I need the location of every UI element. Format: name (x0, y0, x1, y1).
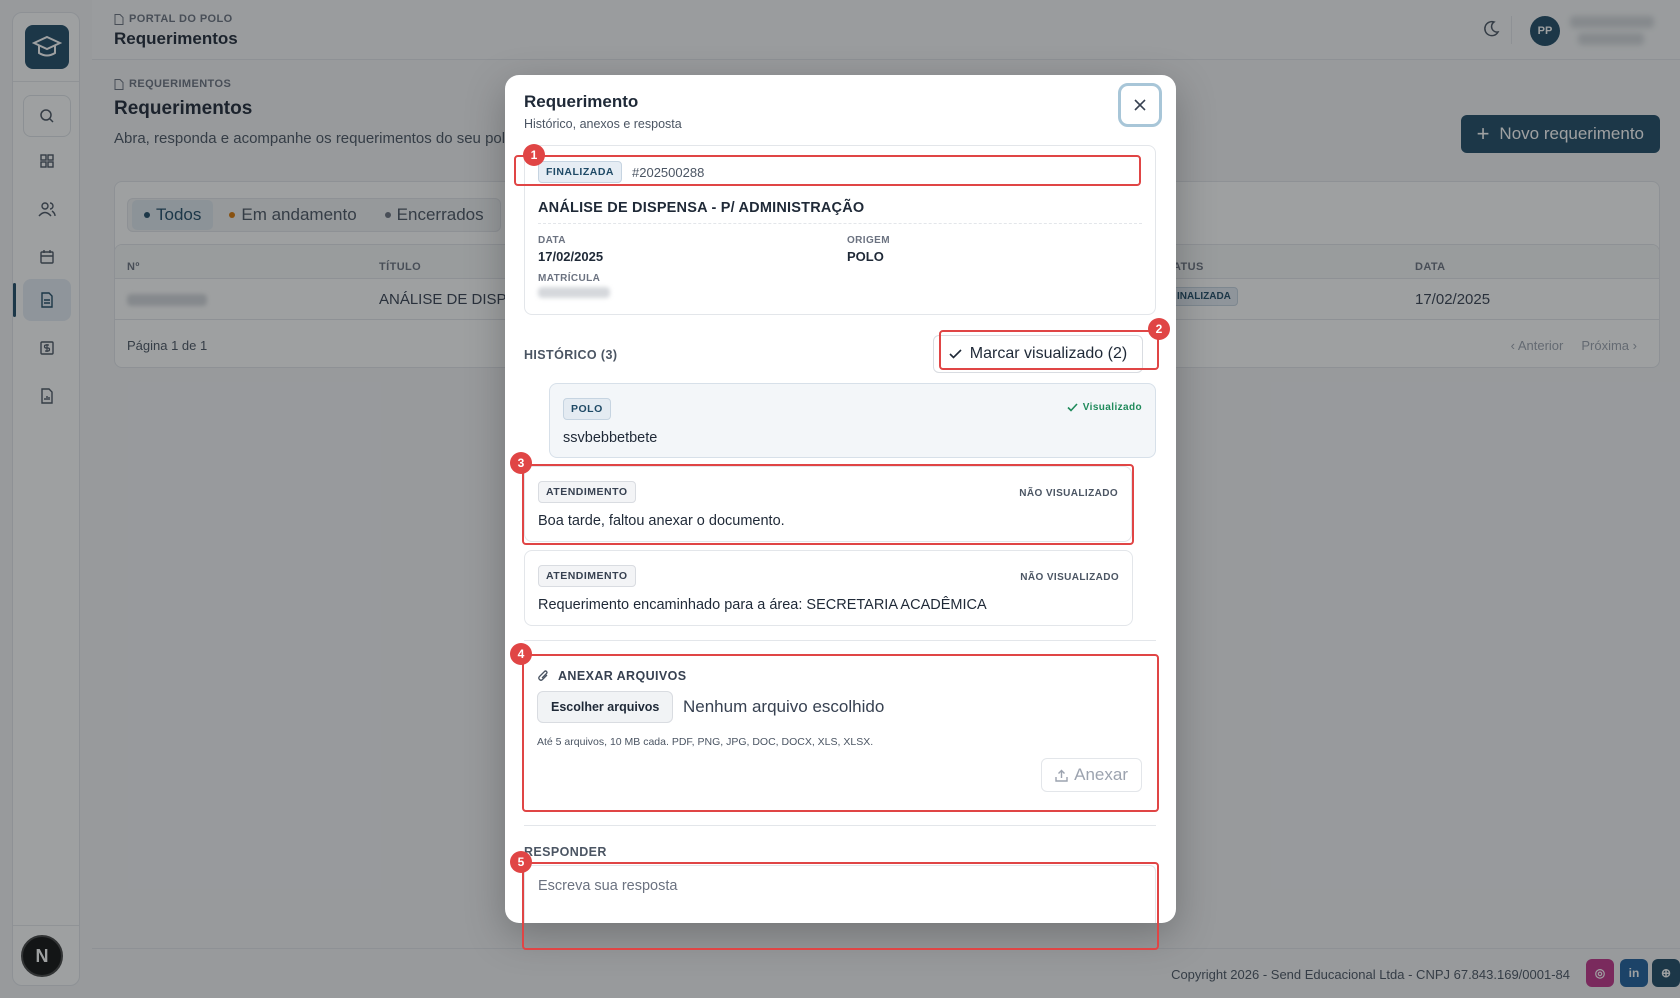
request-name: ANÁLISE DE DISPENSA - P/ ADMINISTRAÇÃO (538, 200, 865, 216)
message-text: Boa tarde, faltou anexar o documento. (538, 513, 785, 529)
attach-section: ANEXAR ARQUIVOS Escolher arquivos Nenhum… (524, 651, 1156, 801)
attach-label: ANEXAR ARQUIVOS (537, 669, 686, 683)
section-divider (524, 640, 1156, 641)
mark-seen-button[interactable]: Marcar visualizado (2) (933, 335, 1143, 373)
no-file-text: Nenhum arquivo escolhido (683, 697, 885, 716)
date-value: 17/02/2025 (538, 249, 604, 264)
modal-subtitle: Histórico, anexos e resposta (524, 117, 682, 131)
blurred-matricula (538, 287, 610, 298)
modal-title: Requerimento (524, 92, 639, 111)
request-info-card: FINALIZADA #202500288 ANÁLISE DE DISPENS… (524, 145, 1156, 315)
reply-textarea[interactable] (524, 865, 1156, 923)
date-label: DATA (538, 235, 566, 246)
message-status: NÃO VISUALIZADO (1019, 488, 1118, 499)
annotation-marker: 5 (510, 851, 532, 873)
message-tag: POLO (563, 398, 611, 420)
annotation-marker: 4 (510, 643, 532, 665)
origin-label: ORIGEM (847, 235, 890, 246)
attach-button[interactable]: Anexar (1041, 758, 1142, 792)
attach-hint: Até 5 arquivos, 10 MB cada. PDF, PNG, JP… (537, 736, 874, 748)
message-status: Visualizado (1067, 402, 1142, 413)
history-label: HISTÓRICO (3) (524, 348, 618, 362)
message-status: NÃO VISUALIZADO (1020, 572, 1119, 583)
reply-label: RESPONDER (524, 845, 607, 859)
request-number: #202500288 (632, 164, 705, 180)
info-divider (538, 223, 1142, 224)
upload-icon (1055, 769, 1068, 782)
check-icon (949, 349, 962, 359)
attach-label-text: ANEXAR ARQUIVOS (558, 669, 687, 683)
choose-files-button[interactable]: Escolher arquivos (537, 691, 674, 723)
message-text: Requerimento encaminhado para a área: SE… (538, 597, 987, 613)
history-message: POLO Visualizado ssvbebbetbete (549, 383, 1156, 458)
close-button[interactable] (1118, 83, 1162, 127)
matricula-label: MATRÍCULA (538, 273, 601, 284)
request-header: FINALIZADA #202500288 (538, 161, 704, 183)
close-icon (1134, 99, 1146, 111)
check-icon (1067, 403, 1078, 412)
attach-button-label: Anexar (1074, 765, 1128, 784)
annotation-marker: 2 (1148, 318, 1170, 340)
origin-value: POLO (847, 249, 884, 264)
request-modal: Requerimento Histórico, anexos e respost… (505, 75, 1176, 923)
history-message: ATENDIMENTO NÃO VISUALIZADO Requerimento… (524, 550, 1133, 626)
paperclip-icon (538, 670, 548, 681)
history-message: ATENDIMENTO NÃO VISUALIZADO Boa tarde, f… (524, 466, 1132, 542)
message-tag: ATENDIMENTO (538, 565, 636, 587)
annotation-marker: 1 (523, 144, 545, 166)
message-status-label: Visualizado (1082, 402, 1142, 413)
status-badge: FINALIZADA (538, 161, 622, 183)
annotation-marker: 3 (510, 452, 532, 474)
message-tag: ATENDIMENTO (538, 481, 636, 503)
mark-seen-label: Marcar visualizado (2) (969, 345, 1128, 362)
section-divider (524, 825, 1156, 826)
message-text: ssvbebbetbete (563, 430, 658, 446)
